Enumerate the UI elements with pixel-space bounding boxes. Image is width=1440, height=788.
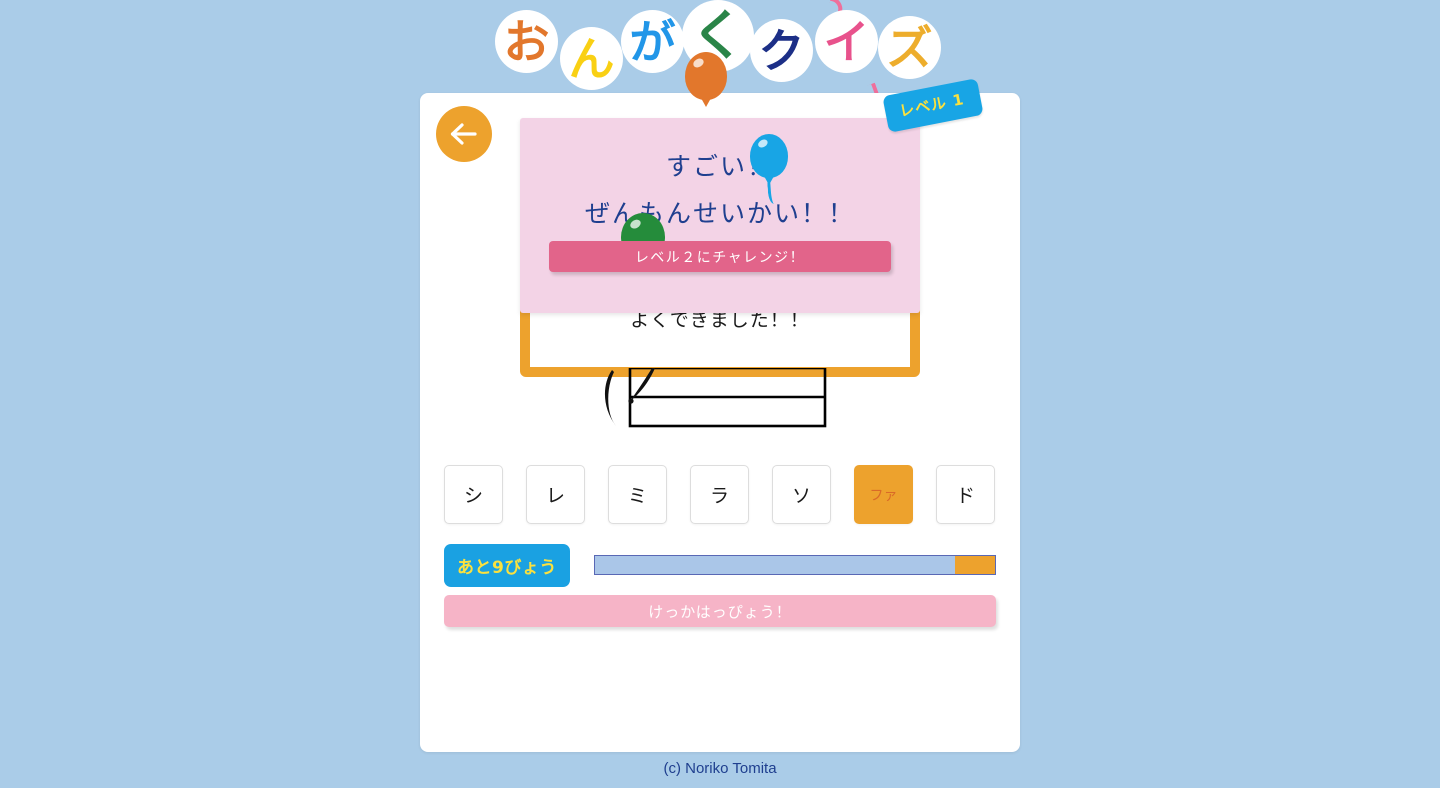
challenge-level2-button[interactable]: レベル２にチャレンジ！: [549, 241, 891, 272]
title-kana-char-1: お: [503, 14, 550, 69]
note-button-ra[interactable]: ラ: [690, 465, 749, 524]
title-kana-bubble-2: ん: [560, 27, 623, 90]
title-kana-bubble-1: お: [495, 10, 558, 73]
note-button-label: ミ: [627, 485, 647, 507]
balloon-shine: [756, 138, 769, 150]
note-button-shi[interactable]: シ: [444, 465, 503, 524]
note-button-label: ソ: [791, 485, 811, 507]
note-button-label: シ: [463, 485, 483, 507]
note-button-re[interactable]: レ: [526, 465, 585, 524]
note-button-row: シ レ ミ ラ ソ ファ ド: [444, 465, 996, 524]
title-kana-bubble-3: が: [621, 10, 684, 73]
title-kana-bubble-6: イ: [815, 10, 878, 73]
timer-row: あと9びょう: [444, 543, 996, 587]
note-button-fa[interactable]: ファ: [854, 465, 913, 524]
title-kana-char-3: が: [629, 14, 676, 69]
show-result-button[interactable]: けっかはっぴょう！: [444, 595, 996, 627]
orange-balloon-icon: [685, 52, 727, 107]
note-button-mi[interactable]: ミ: [608, 465, 667, 524]
modal-heading-line1: すごい！: [665, 152, 774, 181]
arrow-left-icon: [450, 123, 477, 145]
title-kana-bubble-7: ズ: [878, 16, 941, 79]
note-button-label: ラ: [709, 485, 729, 507]
music-staff-icon: [604, 366, 827, 428]
back-button[interactable]: [436, 106, 492, 162]
blue-balloon-icon: [750, 134, 788, 185]
balloon-shine: [692, 56, 706, 70]
music-staff: [600, 366, 840, 443]
note-button-label: レ: [545, 485, 565, 507]
balloon-shine: [628, 217, 643, 231]
title-kana-char-5: ク: [758, 23, 805, 78]
title-kana-char-2: ん: [568, 31, 615, 86]
note-button-label: ド: [955, 485, 975, 507]
congratulations-modal: すごい！ ぜんもんせいかい！！ レベル２にチャレンジ！: [520, 118, 920, 313]
main-card: レベル 1 よくできました！！ シ レ ミ ラ ソ ファ ド あと9びょう けっ…: [420, 78, 1020, 752]
header-band: お ん が く ク イ ズ: [0, 0, 1440, 130]
footer-copyright: (c) Noriko Tomita: [663, 760, 777, 777]
note-button-so[interactable]: ソ: [772, 465, 831, 524]
timer-progress-bar: [593, 555, 996, 575]
timer-badge: あと9びょう: [444, 543, 570, 587]
modal-heading-line2: ぜんもんせいかい！！: [584, 199, 855, 228]
timer-progress-fill: [594, 556, 955, 574]
timer-progress-remainder: [954, 556, 995, 574]
title-kana-char-6: イ: [823, 14, 870, 69]
note-button-do[interactable]: ド: [936, 465, 995, 524]
note-button-label: ファ: [869, 487, 898, 504]
title-kana-char-7: ズ: [886, 20, 933, 75]
title-kana-bubble-5: ク: [750, 19, 813, 82]
app-title-logo: お ん が く ク イ ズ: [495, 0, 941, 130]
